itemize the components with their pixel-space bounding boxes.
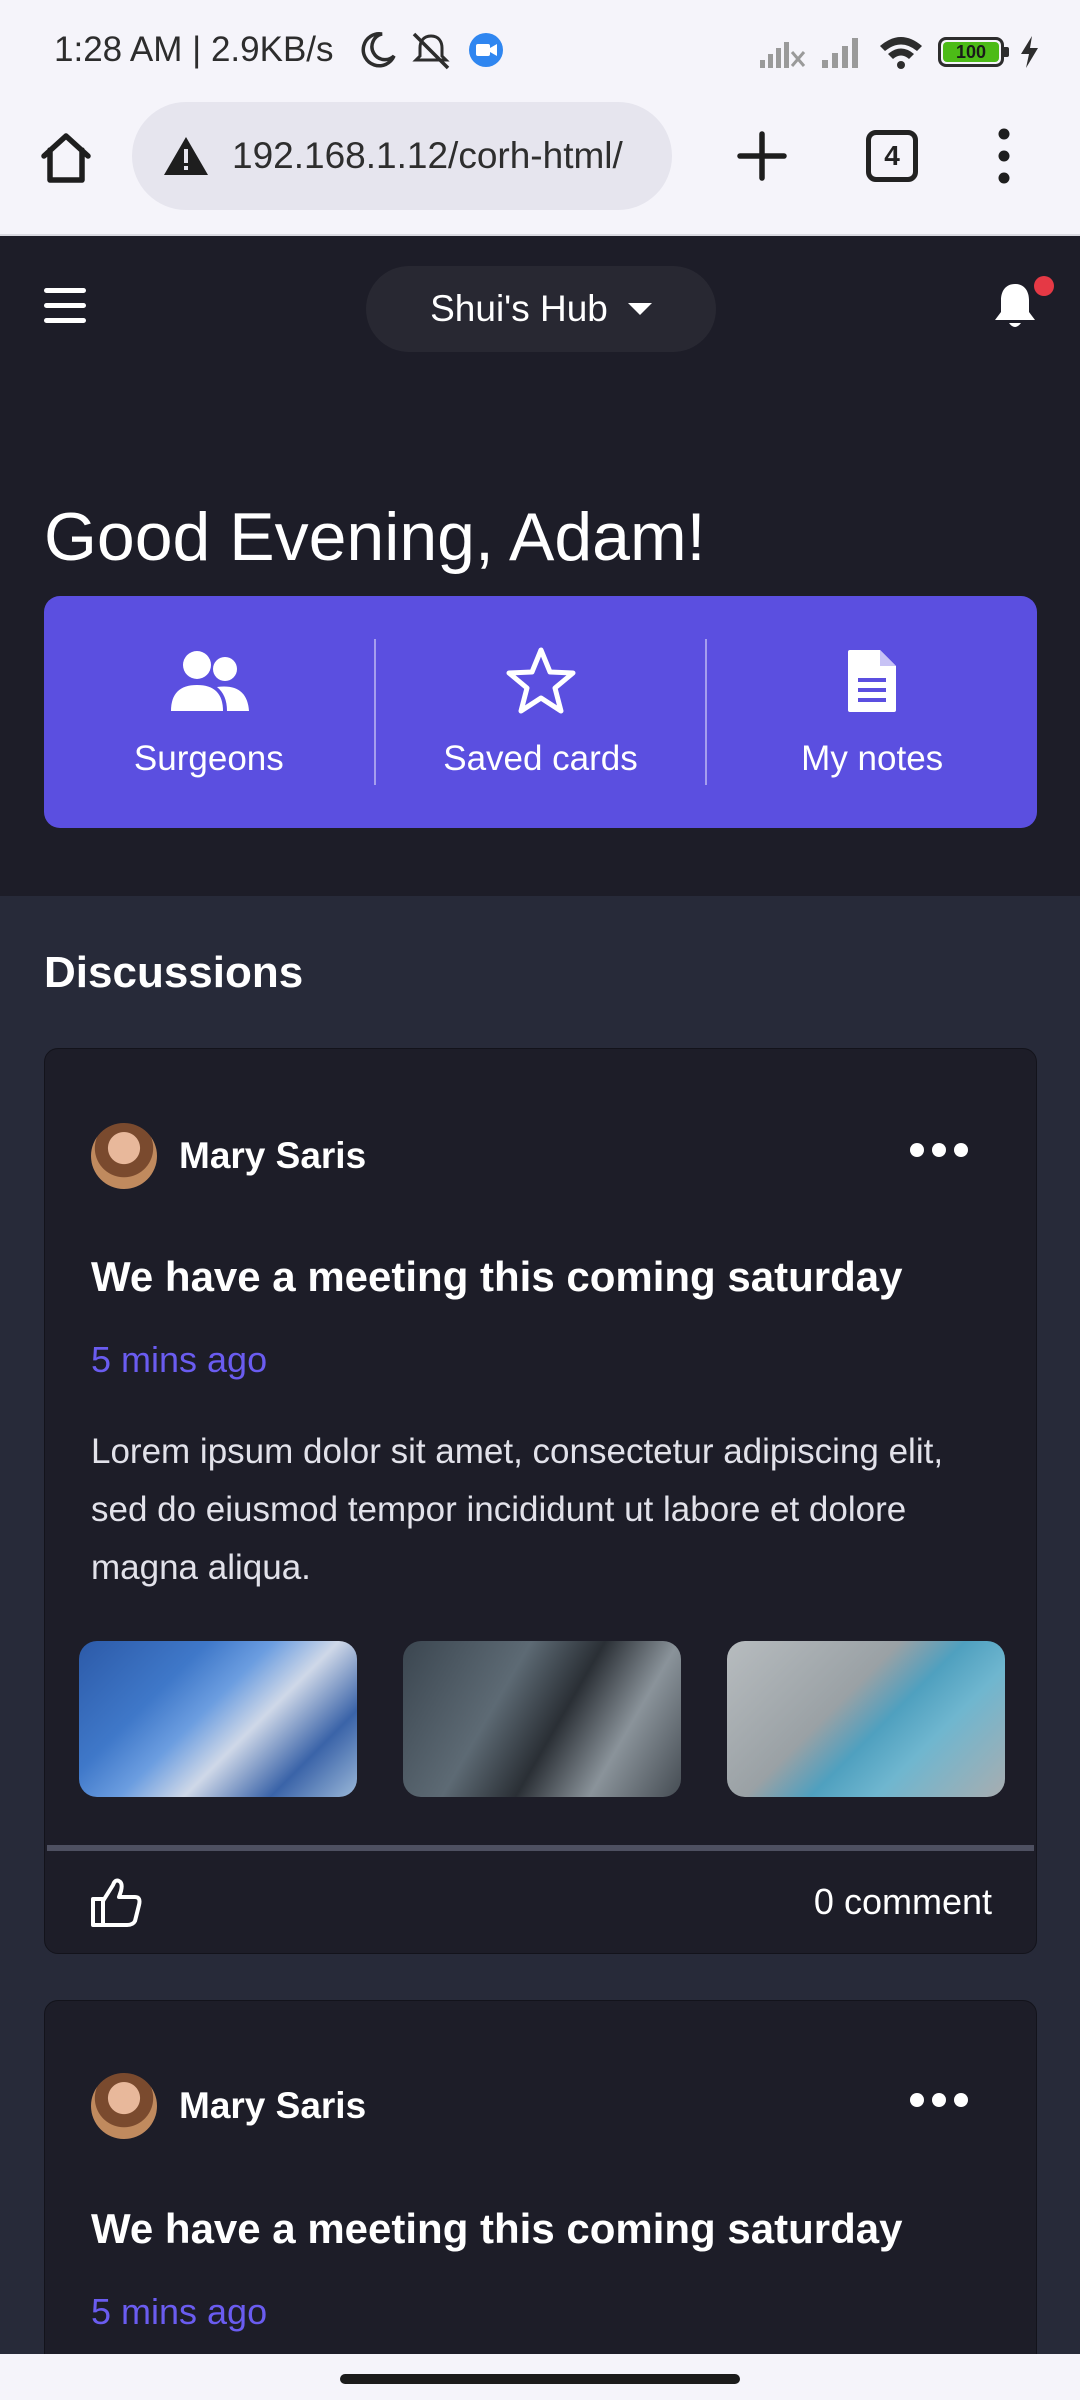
discussion-card[interactable]: Mary Saris We have a meeting this coming… <box>44 2000 1037 2354</box>
post-title[interactable]: We have a meeting this coming saturday <box>91 1253 902 1301</box>
card-divider <box>47 1845 1034 1851</box>
moon-icon <box>361 32 396 68</box>
gloves-image[interactable] <box>727 1641 1005 1797</box>
avatar[interactable] <box>91 1123 157 1189</box>
hub-name: Shui's Hub <box>430 288 608 329</box>
more-options-icon[interactable] <box>910 1143 968 1157</box>
more-options-icon[interactable] <box>910 2093 968 2107</box>
avatar[interactable] <box>91 2073 157 2139</box>
quick-action-my-notes[interactable]: My notes <box>707 596 1037 828</box>
address-bar[interactable]: 192.168.1.12/corh-html/ <box>132 102 672 210</box>
author-row: Mary Saris <box>91 2073 366 2139</box>
notification-dot <box>1034 276 1054 296</box>
author-row: Mary Saris <box>91 1123 366 1189</box>
surgical-tools-image[interactable] <box>403 1641 681 1797</box>
signal-off-icon <box>760 42 806 68</box>
author-name[interactable]: Mary Saris <box>179 2085 366 2127</box>
battery-icon: 100 <box>938 37 1009 67</box>
quick-actions-panel: Surgeons Saved cards My notes <box>44 596 1037 828</box>
star-icon <box>499 645 583 717</box>
hub-selector[interactable]: Shui's Hub <box>366 266 716 352</box>
video-app-icon <box>469 33 503 67</box>
browser-toolbar: 192.168.1.12/corh-html/ 4 <box>0 100 1080 236</box>
file-text-icon <box>830 645 914 717</box>
quick-action-label: My notes <box>801 739 944 778</box>
signal-icon <box>822 38 858 68</box>
browser-menu-icon[interactable] <box>980 124 1028 188</box>
quick-action-surgeons[interactable]: Surgeons <box>44 596 374 828</box>
hamburger-menu-icon[interactable] <box>44 288 86 324</box>
post-body: Lorem ipsum dolor sit amet, consectetur … <box>91 1432 944 1587</box>
post-images <box>79 1641 1005 1797</box>
new-tab-icon[interactable] <box>732 126 792 186</box>
wifi-icon <box>880 37 922 69</box>
discussions-section: Discussions Mary Saris We have a meeting… <box>0 896 1080 2354</box>
quick-action-label: Saved cards <box>443 739 638 778</box>
post-title[interactable]: We have a meeting this coming saturday <box>91 2205 902 2253</box>
greeting-heading: Good Evening, Adam! <box>44 499 706 575</box>
post-time: 5 mins ago <box>91 2291 268 2332</box>
home-gesture-bar[interactable] <box>340 2374 740 2384</box>
caret-down-icon <box>627 303 652 315</box>
tab-count: 4 <box>884 140 900 171</box>
url-text: 192.168.1.12/corh-html/ <box>232 135 623 176</box>
thumbs-up-icon[interactable] <box>89 1875 143 1929</box>
author-name[interactable]: Mary Saris <box>179 1135 366 1177</box>
discussion-card[interactable]: Mary Saris We have a meeting this coming… <box>44 1048 1037 1954</box>
post-time: 5 mins ago <box>91 1339 268 1380</box>
app-header: Shui's Hub Good Evening, Adam! Surgeons <box>0 236 1080 896</box>
status-time: 1:28 AM | 2.9KB/s <box>54 30 334 69</box>
status-right: 100 <box>758 30 1040 74</box>
warning-icon[interactable] <box>162 134 210 178</box>
surgeon-image[interactable] <box>79 1641 357 1797</box>
home-icon[interactable] <box>36 128 96 188</box>
users-icon <box>167 645 251 717</box>
comment-count[interactable]: 0 comment <box>814 1881 992 1923</box>
vibrate-off-icon <box>412 32 450 70</box>
navigation-gesture-area <box>0 2354 1080 2400</box>
charging-icon <box>1021 36 1038 68</box>
quick-action-saved-cards[interactable]: Saved cards <box>376 596 706 828</box>
battery-level: 100 <box>943 42 999 62</box>
section-title: Discussions <box>44 948 304 997</box>
status-bar: 1:28 AM | 2.9KB/s 100 <box>0 0 1080 100</box>
tab-switcher-button[interactable]: 4 <box>866 130 918 182</box>
bell-icon[interactable] <box>992 280 1038 332</box>
quick-action-label: Surgeons <box>133 739 284 778</box>
